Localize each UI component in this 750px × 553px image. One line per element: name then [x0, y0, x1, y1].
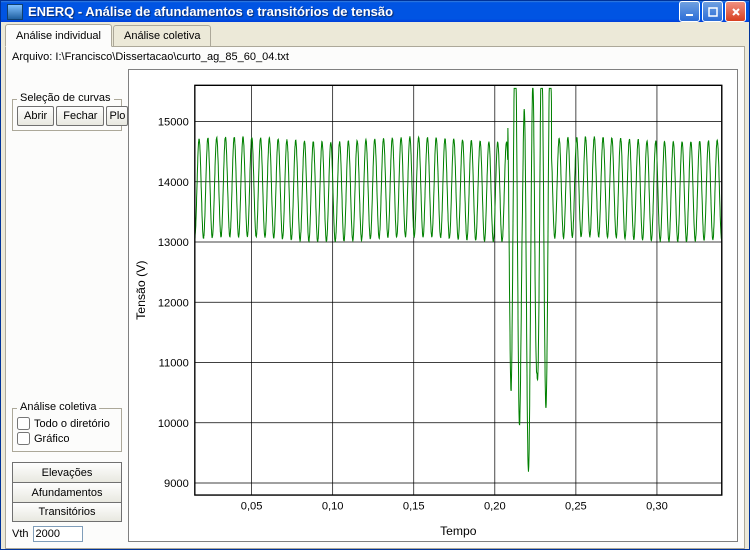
svg-text:0,20: 0,20 — [484, 500, 506, 512]
voltage-chart: 0,05 0,10 0,15 0,20 0,25 0,30 9000 10000 11000 12… — [129, 70, 737, 541]
check-all-directory[interactable]: Todo o diretório — [17, 417, 117, 430]
check-graphic[interactable]: Gráfico — [17, 432, 117, 445]
svg-text:12000: 12000 — [158, 297, 189, 309]
app-icon — [7, 4, 23, 20]
svg-text:15000: 15000 — [158, 117, 189, 129]
svg-text:0,30: 0,30 — [646, 500, 668, 512]
transients-button[interactable]: Transitórios — [12, 502, 122, 522]
tabstrip: Análise individual Análise coletiva — [5, 25, 745, 47]
elevations-button[interactable]: Elevações — [12, 462, 122, 482]
svg-text:Tensão (V): Tensão (V) — [134, 260, 148, 319]
sags-button[interactable]: Afundamentos — [12, 482, 122, 502]
svg-text:0,10: 0,10 — [322, 500, 344, 512]
svg-text:9000: 9000 — [164, 478, 189, 490]
client-area: Análise individual Análise coletiva Arqu… — [1, 22, 749, 553]
tab-body: Arquivo: I:\Francisco\Dissertacao\curto_… — [5, 47, 745, 549]
collective-analysis-group: Análise coletiva Todo o diretório Gráfic… — [12, 408, 122, 452]
checkbox-graphic[interactable] — [17, 432, 30, 445]
svg-text:0,05: 0,05 — [241, 500, 263, 512]
app-window: ENERQ - Análise de afundamentos e transi… — [0, 0, 750, 550]
svg-text:14000: 14000 — [158, 177, 189, 189]
vth-row: Vth — [12, 526, 122, 542]
curve-selection-group: Seleção de curvas Abrir Fechar Plo — [12, 99, 122, 131]
window-title: ENERQ - Análise de afundamentos e transi… — [28, 4, 679, 19]
svg-text:11000: 11000 — [159, 358, 189, 370]
svg-text:0,25: 0,25 — [565, 500, 587, 512]
svg-text:10000: 10000 — [158, 418, 189, 430]
tab-collective[interactable]: Análise coletiva — [113, 25, 211, 46]
checkbox-all-directory[interactable] — [17, 417, 30, 430]
close-file-button[interactable]: Fechar — [56, 106, 104, 126]
svg-text:0,15: 0,15 — [403, 500, 425, 512]
curve-group-title: Seleção de curvas — [17, 92, 114, 104]
titlebar[interactable]: ENERQ - Análise de afundamentos e transi… — [1, 1, 749, 22]
file-path-label: Arquivo: I:\Francisco\Dissertacao\curto_… — [12, 51, 738, 63]
collective-group-title: Análise coletiva — [17, 401, 99, 413]
left-panel: Seleção de curvas Abrir Fechar Plo Análi… — [12, 69, 122, 542]
close-button[interactable] — [725, 1, 746, 22]
vth-input[interactable] — [33, 526, 83, 542]
svg-text:Tempo: Tempo — [440, 524, 477, 538]
maximize-button[interactable] — [702, 1, 723, 22]
plot-area[interactable]: 0,05 0,10 0,15 0,20 0,25 0,30 9000 10000 11000 12… — [128, 69, 738, 542]
vth-label: Vth — [12, 528, 29, 540]
svg-text:13000: 13000 — [158, 237, 189, 249]
tab-individual[interactable]: Análise individual — [5, 24, 112, 47]
minimize-button[interactable] — [679, 1, 700, 22]
analysis-buttons-stack: Elevações Afundamentos Transitórios — [12, 462, 122, 522]
plot-button[interactable]: Plo — [106, 106, 128, 126]
open-button[interactable]: Abrir — [17, 106, 54, 126]
